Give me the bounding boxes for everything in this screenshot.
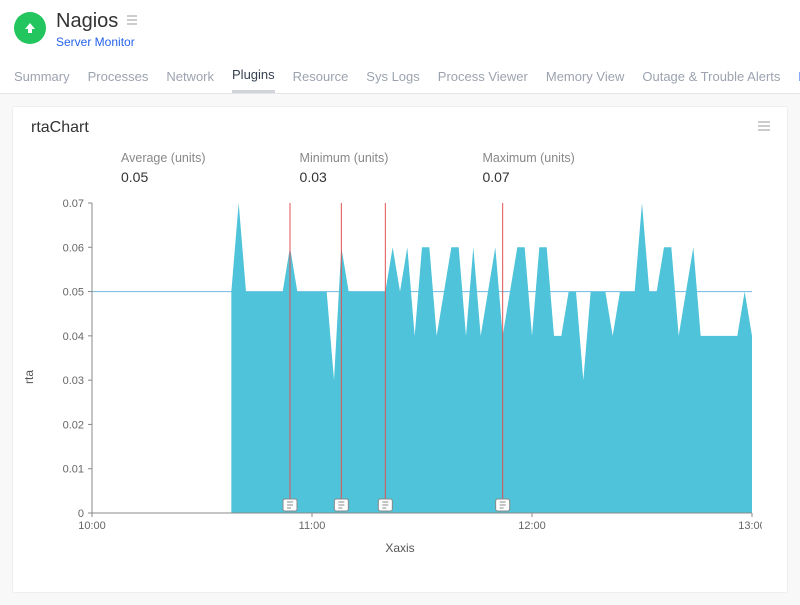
svg-text:0.02: 0.02 [63, 419, 84, 431]
svg-text:0.07: 0.07 [63, 198, 84, 210]
y-axis-label: rta [22, 370, 36, 384]
tab-resource[interactable]: Resource [293, 63, 349, 92]
tabbar: Summary Processes Network Plugins Resour… [0, 55, 800, 94]
tab-outage-alerts[interactable]: Outage & Trouble Alerts [642, 63, 780, 92]
chart-menu-icon[interactable] [757, 119, 771, 137]
chart-area: rta 00.010.020.030.040.050.060.0710:0011… [38, 197, 762, 557]
header: Nagios Server Monitor [0, 0, 800, 55]
page-title: Nagios [56, 10, 118, 33]
tab-processes[interactable]: Processes [88, 63, 149, 92]
stat-value: 0.05 [121, 169, 206, 185]
tab-process-viewer[interactable]: Process Viewer [438, 63, 528, 92]
status-badge [14, 12, 46, 44]
svg-text:10:00: 10:00 [78, 520, 106, 532]
svg-text:11:00: 11:00 [299, 520, 326, 532]
stat-label: Maximum (units) [482, 151, 574, 165]
tab-summary[interactable]: Summary [14, 63, 70, 92]
x-axis-label: Xaxis [38, 541, 762, 555]
rta-chart-svg: 0 0.01 0.02 0.03 0.04 0.05 0.06 0.07 10:00 11:00 1… [38, 197, 762, 537]
tab-plugins[interactable]: Plugins [232, 61, 275, 93]
chart-card: rtaChart Average (units) 0.05 Minimum (u… [12, 106, 788, 593]
svg-text:12:00: 12:00 [518, 520, 546, 532]
svg-text:0.06: 0.06 [63, 242, 84, 254]
svg-text:0.05: 0.05 [63, 287, 84, 299]
stat-label: Minimum (units) [300, 151, 389, 165]
chart-stats: Average (units) 0.05 Minimum (units) 0.0… [13, 141, 787, 191]
arrow-up-icon [23, 21, 37, 35]
chart-title: rtaChart [31, 119, 89, 137]
content-area: rtaChart Average (units) 0.05 Minimum (u… [0, 94, 800, 605]
svg-text:13:00: 13:00 [738, 520, 762, 532]
tab-syslogs[interactable]: Sys Logs [366, 63, 419, 92]
title-menu-icon[interactable] [126, 13, 138, 31]
tab-memory-view[interactable]: Memory View [546, 63, 625, 92]
stat-minimum: Minimum (units) 0.03 [300, 151, 389, 185]
svg-text:0.04: 0.04 [63, 331, 84, 343]
svg-text:0.03: 0.03 [63, 375, 84, 387]
svg-text:0: 0 [78, 508, 84, 520]
stat-average: Average (units) 0.05 [121, 151, 206, 185]
title-column: Nagios Server Monitor [56, 10, 138, 51]
subtitle-link[interactable]: Server Monitor [56, 35, 135, 49]
svg-text:0.01: 0.01 [63, 464, 84, 476]
tab-network[interactable]: Network [166, 63, 214, 92]
stat-value: 0.03 [300, 169, 389, 185]
stat-maximum: Maximum (units) 0.07 [482, 151, 574, 185]
stat-label: Average (units) [121, 151, 206, 165]
stat-value: 0.07 [482, 169, 574, 185]
